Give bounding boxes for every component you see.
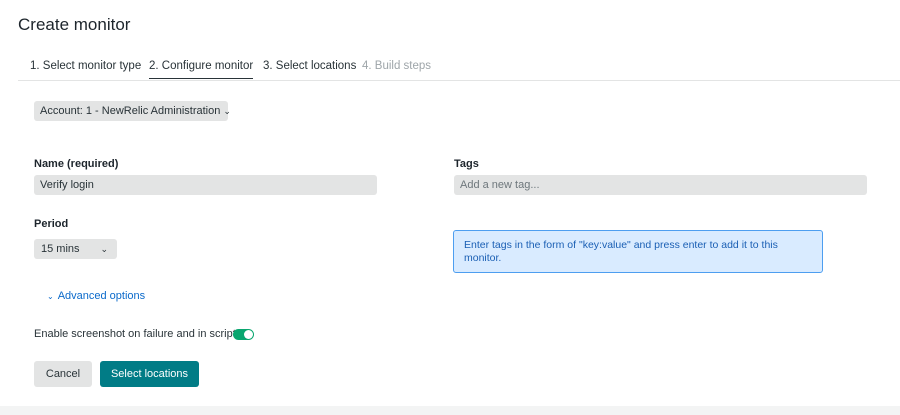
- wizard-tabs: 1. Select monitor type 2. Configure moni…: [18, 56, 900, 81]
- tags-input[interactable]: Add a new tag...: [454, 175, 867, 195]
- screenshot-toggle[interactable]: [233, 329, 254, 340]
- advanced-options-label: Advanced options: [57, 290, 146, 302]
- tags-hint-box: Enter tags in the form of "key:value" an…: [453, 230, 823, 273]
- tab-configure-monitor[interactable]: 2. Configure monitor: [149, 60, 254, 79]
- account-select[interactable]: Account: 1 - NewRelic Administration ⌄: [34, 101, 231, 121]
- tags-hint-text: Enter tags in the form of "key:value" an…: [464, 239, 778, 264]
- select-locations-button[interactable]: Select locations: [100, 361, 199, 387]
- chevron-down-icon: ⌄: [223, 106, 231, 116]
- cancel-button[interactable]: Cancel: [34, 361, 92, 387]
- tab-select-locations[interactable]: 3. Select locations: [263, 60, 356, 78]
- period-value: 15 mins: [41, 243, 80, 255]
- toggle-knob: [244, 330, 253, 339]
- screenshot-toggle-label: Enable screenshot on failure and in scri…: [34, 328, 236, 340]
- period-select[interactable]: 15 mins ⌄: [34, 239, 117, 259]
- advanced-options-toggle[interactable]: ⌄ Advanced options: [47, 290, 145, 302]
- create-monitor-panel: Create monitor 1. Select monitor type 2.…: [0, 0, 900, 406]
- tags-label: Tags: [454, 158, 479, 170]
- tab-build-steps: 4. Build steps: [362, 60, 432, 72]
- chevron-down-icon: ⌄: [47, 292, 54, 301]
- account-select-label: Account: 1 - NewRelic Administration: [40, 105, 221, 117]
- name-input[interactable]: Verify login: [34, 175, 377, 195]
- page-title: Create monitor: [18, 15, 131, 34]
- name-label: Name (required): [34, 158, 119, 170]
- period-label: Period: [34, 218, 69, 230]
- chevron-down-icon: ⌄: [100, 244, 108, 254]
- tab-select-monitor-type[interactable]: 1. Select monitor type: [30, 60, 141, 78]
